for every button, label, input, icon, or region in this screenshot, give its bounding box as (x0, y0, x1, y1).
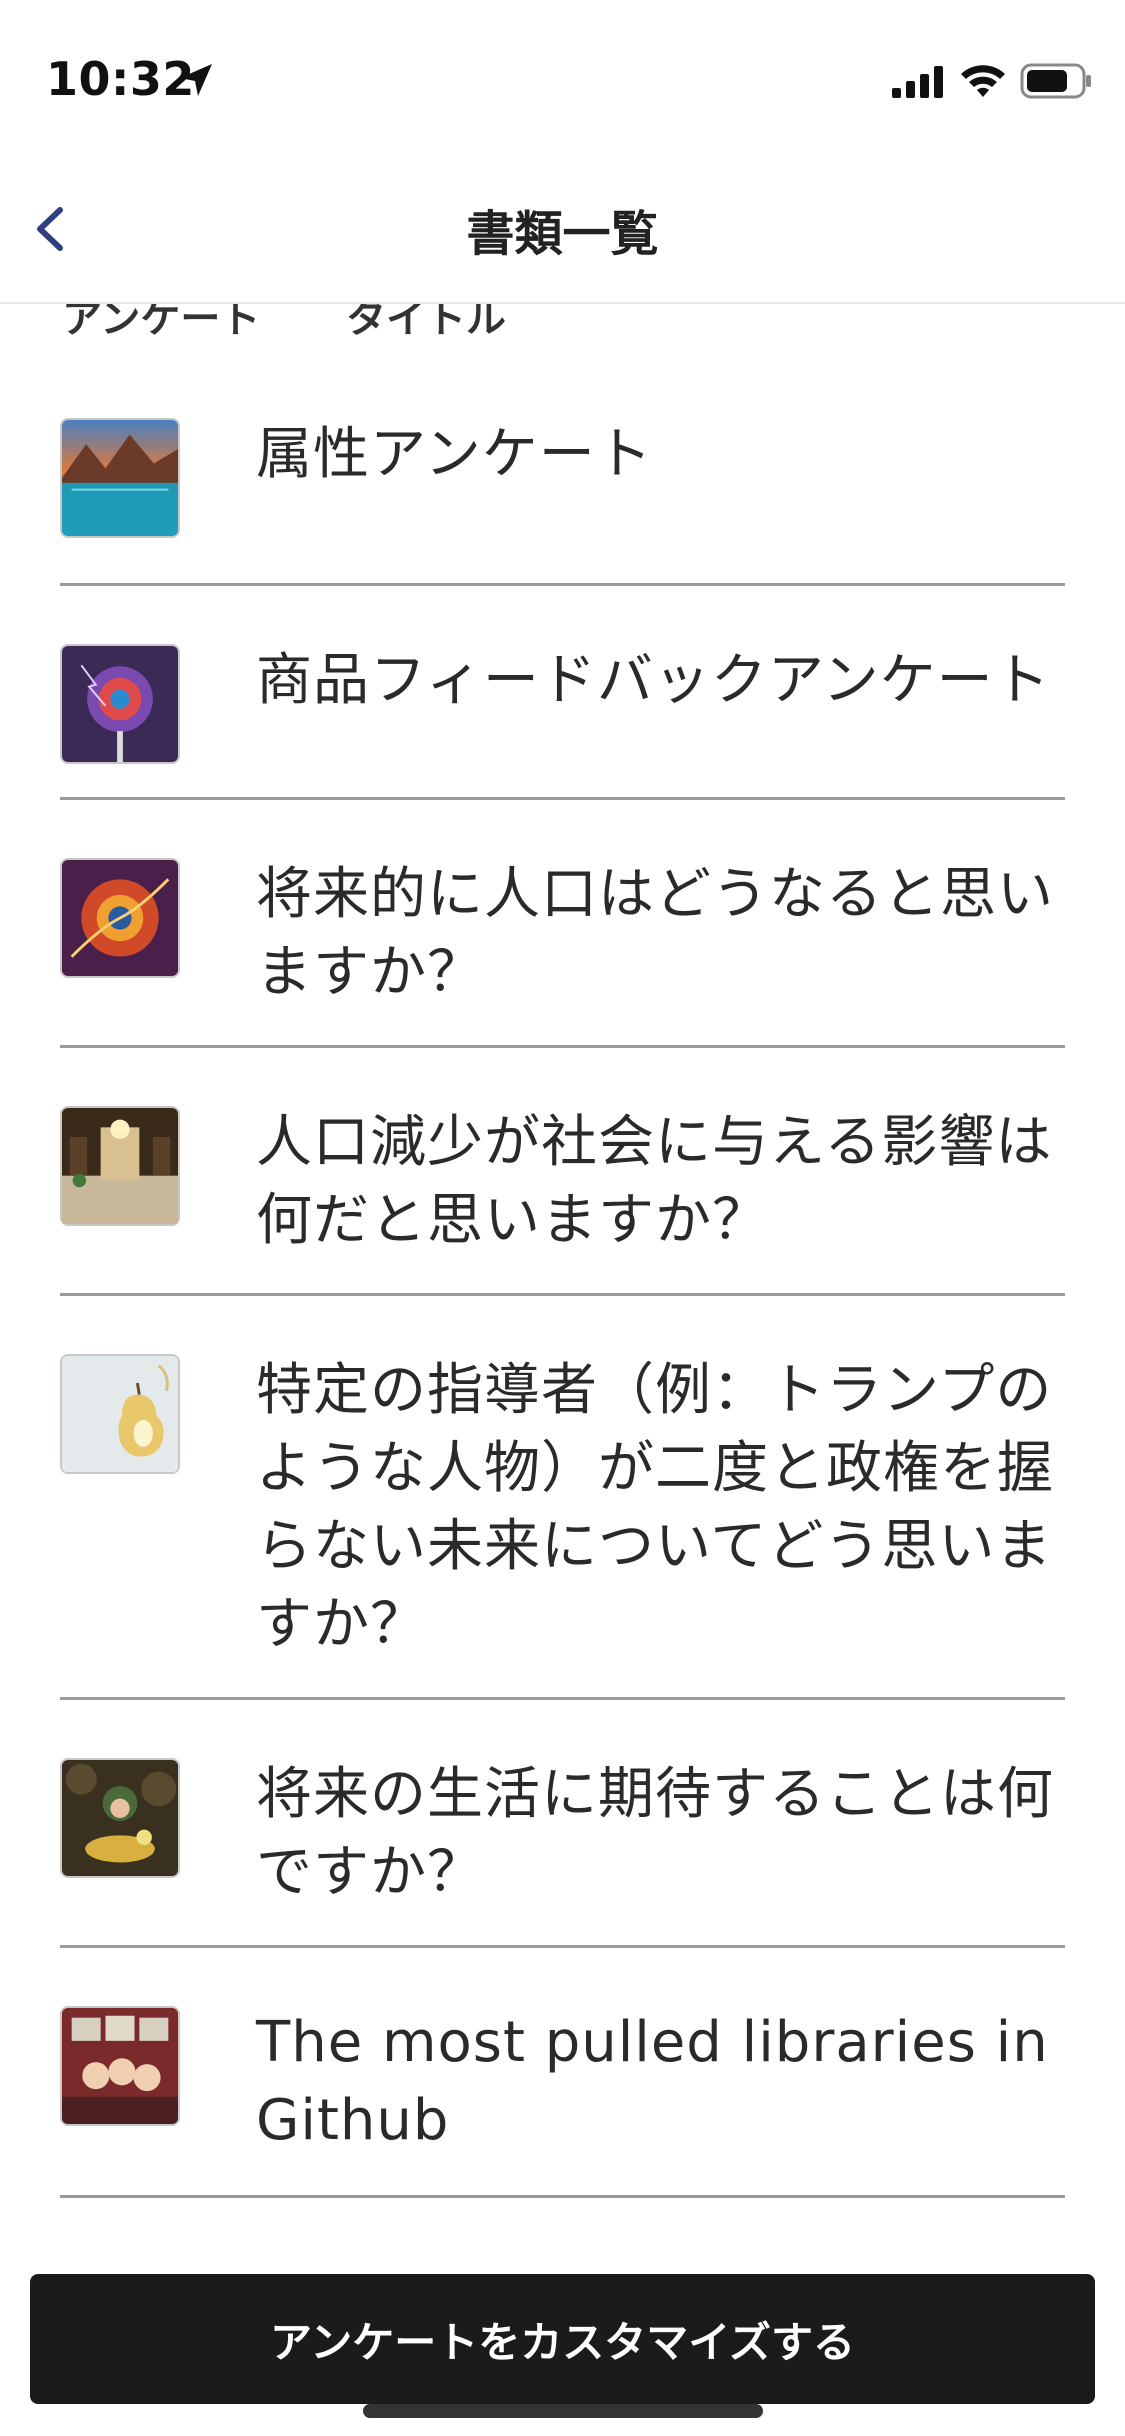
battery-icon (1020, 63, 1091, 99)
row-divider (60, 2195, 1065, 2198)
hotel-lobby-thumbnail (60, 1106, 180, 1226)
survey-list-item[interactable]: 人口減少が社会に与える影響は何だと思いますか？ (0, 1048, 1125, 1296)
pear-thumbnail (60, 1354, 180, 1474)
status-time: 10:32 (46, 52, 195, 106)
anime-characters-thumbnail (60, 2006, 180, 2126)
mountain-lake-thumbnail (60, 418, 180, 538)
survey-title: 特定の指導者（例：トランプのような人物）が二度と政権を握らない未来についてどう思… (256, 1358, 1054, 1657)
survey-title: 商品フィードバックアンケート (256, 648, 1051, 713)
customize-survey-button[interactable]: アンケートをカスタマイズする (30, 2274, 1095, 2404)
survey-list: 属性アンケート 商品フィードバックアンケート 将来的に人口はどうなると思いますか… (0, 360, 1125, 2198)
fiery-orb-thumbnail (60, 858, 180, 978)
wifi-icon (961, 65, 1005, 97)
page-title: 書類一覧 (466, 206, 659, 262)
survey-list-item[interactable]: 商品フィードバックアンケート (0, 586, 1125, 800)
navigation-bar: 書類一覧 (0, 150, 1125, 304)
survey-title: 属性アンケート (256, 422, 653, 487)
survey-title: The most pulled libraries in Github (256, 2010, 1049, 2153)
survey-title: 人口減少が社会に与える影響は何だと思いますか？ (256, 1110, 1053, 1253)
cellular-signal-icon (892, 66, 943, 98)
survey-list-item[interactable]: 属性アンケート (0, 360, 1125, 586)
status-bar: 10:32 (0, 0, 1125, 150)
survey-list-item[interactable]: 将来的に人口はどうなると思いますか？ (0, 800, 1125, 1048)
survey-list-item[interactable]: The most pulled libraries in Github (0, 1948, 1125, 2198)
survey-list-screen: 10:32 書類一覧 アンケート タイトル 属性アンケート 商品フィードバックア… (0, 0, 1125, 2436)
survey-title: 将来の生活に期待することは何ですか？ (256, 1762, 1054, 1905)
location-arrow-icon (180, 64, 212, 96)
survey-title: 将来的に人口はどうなると思いますか？ (256, 862, 1054, 1005)
lollipop-lightning-thumbnail (60, 644, 180, 764)
child-with-treasure-thumbnail (60, 1758, 180, 1878)
survey-list-item[interactable]: 特定の指導者（例：トランプのような人物）が二度と政権を握らない未来についてどう思… (0, 1296, 1125, 1700)
survey-list-item[interactable]: 将来の生活に期待することは何ですか？ (0, 1700, 1125, 1948)
home-indicator (363, 2404, 763, 2418)
